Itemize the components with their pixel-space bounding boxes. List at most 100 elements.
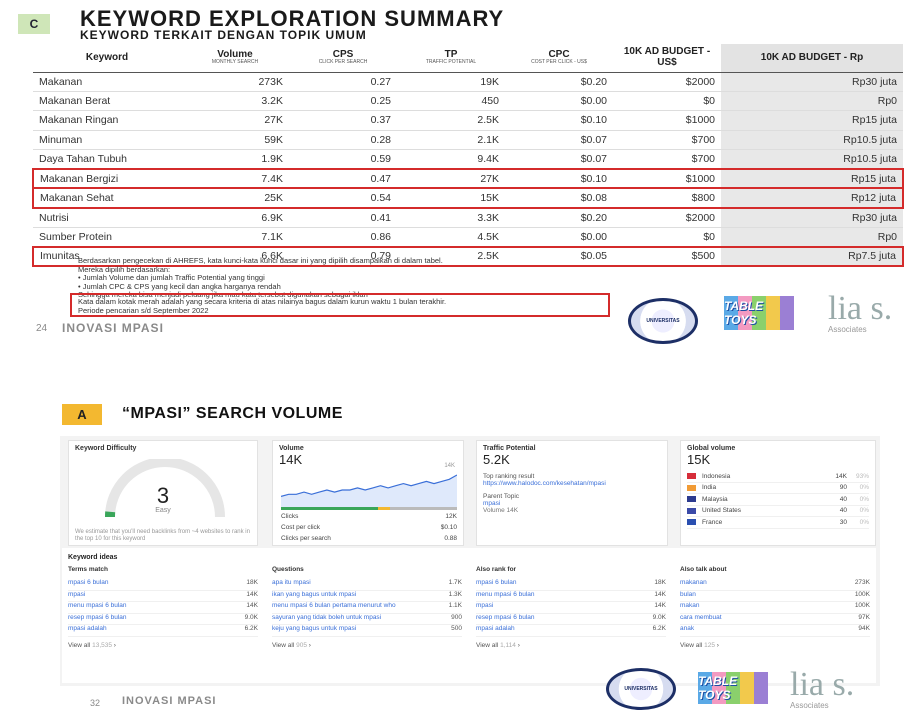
idea-keyword[interactable]: mpasi — [476, 602, 493, 613]
keyword-idea-row[interactable]: menu mpasi 6 bulan pertama menurut who 1.… — [272, 602, 462, 614]
clicks-value: 12K — [445, 513, 457, 520]
volume-cell: 27K — [181, 110, 289, 131]
idea-keyword[interactable]: cara membuat — [680, 614, 722, 625]
header-volume: Volume — [217, 48, 253, 60]
header-cps: CPS — [332, 48, 354, 60]
view-all-label: View all — [272, 641, 295, 649]
cpc-cell: $0.00 — [505, 91, 613, 112]
keyword-idea-row[interactable]: keju yang bagus untuk mpasi 500 — [272, 625, 462, 637]
header-cpc-sub: COST PER CLICK - US$ — [531, 59, 587, 66]
view-all-count: 905 — [296, 641, 307, 649]
keyword-idea-row[interactable]: mpasi 14K — [68, 591, 258, 602]
idea-keyword[interactable]: menu mpasi 6 bulan — [476, 591, 535, 602]
cpc-label: Cost per click — [281, 524, 321, 531]
idea-keyword[interactable]: mpasi — [68, 591, 85, 602]
view-all-link[interactable]: View all 1,114 › — [476, 642, 666, 649]
country-flag-icon — [687, 484, 696, 491]
keyword-idea-row[interactable]: resep mpasi 6 bulan 9.0K — [476, 614, 666, 625]
budget-rp-cell: Rp10.5 juta — [721, 149, 903, 170]
header-tp-sub: TRAFFIC POTENTIAL — [425, 59, 477, 66]
keyword-idea-row[interactable]: mpasi adalah 6.2K — [68, 625, 258, 637]
tabletoys-logo: TABLE TOYS — [724, 296, 794, 330]
keyword-idea-row[interactable]: resep mpasi 6 bulan 9.0K — [68, 614, 258, 625]
volume-cell: 7.1K — [181, 227, 289, 248]
idea-volume: 14K — [654, 602, 666, 609]
idea-keyword[interactable]: menu mpasi 6 bulan pertama menurut who — [272, 602, 396, 613]
cpc-cell: $0.10 — [505, 167, 613, 190]
cps-cell: 0.86 — [289, 227, 397, 248]
country-volume: 14K — [835, 472, 847, 480]
keyword-idea-row[interactable]: ikan yang bagus untuk mpasi 1.3K — [272, 591, 462, 602]
chevron-right-icon: › — [113, 641, 116, 649]
cps-row: Clicks per search 0.88 — [281, 535, 457, 542]
view-all-link[interactable]: View all 13,535 › — [68, 642, 258, 649]
keyword-cell: Minuman — [33, 130, 181, 151]
budget-rp-cell: Rp12 juta — [721, 187, 904, 209]
keyword-idea-row[interactable]: menu mpasi 6 bulan 14K — [476, 591, 666, 602]
idea-keyword[interactable]: anak — [680, 625, 694, 636]
idea-keyword[interactable]: makan — [680, 602, 700, 613]
idea-keyword[interactable]: resep mpasi 6 bulan — [476, 614, 535, 625]
keyword-idea-row[interactable]: mpasi 6 bulan 18K — [68, 579, 258, 591]
keyword-idea-row[interactable]: menu mpasi 6 bulan 14K — [68, 602, 258, 614]
tp-cell: 2.5K — [397, 110, 505, 131]
keyword-idea-row[interactable]: bulan 100K — [680, 590, 870, 602]
budget-usd-cell: $0 — [613, 227, 721, 248]
country-list: Indonesia 14K 93% India 90 0% Malaysia 40 0% Unit… — [687, 471, 869, 529]
keyword-idea-row[interactable]: sayuran yang tidak boleh untuk mpasi 900 — [272, 614, 462, 625]
idea-keyword[interactable]: keju yang bagus untuk mpasi — [272, 625, 356, 636]
keyword-idea-row[interactable]: mpasi adalah 6.2K — [476, 625, 666, 637]
idea-volume: 100K — [854, 590, 870, 598]
tp-label: Traffic Potential — [483, 445, 536, 452]
keyword-idea-row[interactable]: mpasi 6 bulan 18K — [476, 579, 666, 591]
seal-text-2: UNIVERSITAS — [624, 686, 658, 692]
idea-keyword[interactable]: ikan yang bagus untuk mpasi — [272, 591, 356, 602]
parent-topic-volume: Volume 14K — [483, 507, 519, 514]
section-badge-c: C — [18, 14, 50, 34]
top-result-link[interactable]: https://www.halodoc.com/kesehatan/mpasi — [483, 480, 613, 487]
idea-keyword[interactable]: mpasi 6 bulan — [476, 579, 516, 590]
idea-keyword[interactable]: menu mpasi 6 bulan — [68, 602, 127, 613]
column-header: Also rank for — [476, 566, 517, 573]
idea-keyword[interactable]: apa itu mpasi — [272, 579, 311, 590]
header-volume-sub: MONTHLY SEARCH — [211, 59, 259, 66]
keyword-idea-row[interactable]: makan 100K — [680, 602, 870, 614]
country-volume: 90 — [839, 484, 847, 492]
lia-logo-text: lia s. — [828, 292, 893, 327]
keyword-idea-row[interactable]: anak 94K — [680, 625, 870, 637]
also-talk-about-column: Also talk about makanan 273K bulan 100K makan… — [680, 566, 870, 649]
clicks-bar — [281, 507, 457, 510]
header-budget-rp: 10K AD BUDGET - Rp — [760, 51, 864, 63]
cpc-cell: $0.07 — [505, 149, 613, 170]
country-percent: 0% — [859, 495, 869, 503]
budget-usd-cell: $0 — [613, 91, 721, 112]
keyword-idea-row[interactable]: cara membuat 97K — [680, 614, 870, 625]
view-all-link[interactable]: View all 905 › — [272, 642, 462, 649]
cpc-cell: $0.10 — [505, 110, 613, 131]
idea-volume: 18K — [246, 579, 258, 586]
idea-keyword[interactable]: resep mpasi 6 bulan — [68, 614, 127, 625]
keyword-idea-row[interactable]: apa itu mpasi 1.7K — [272, 579, 462, 591]
top-result-label: Top ranking result — [483, 473, 535, 480]
global-label: Global volume — [687, 445, 736, 452]
page-subtitle: KEYWORD TERKAIT DENGAN TOPIK UMUM — [80, 28, 367, 42]
column-header: Also talk about — [680, 566, 727, 573]
country-name: France — [702, 518, 723, 526]
country-row: France 30 0% — [687, 517, 869, 529]
cps-cell: 0.54 — [289, 187, 397, 209]
view-all-link[interactable]: View all 125 › — [680, 642, 870, 649]
page-number: 24 — [36, 323, 48, 334]
keyword-idea-row[interactable]: mpasi 14K — [476, 602, 666, 614]
idea-keyword[interactable]: bulan — [680, 591, 696, 602]
idea-keyword[interactable]: mpasi adalah — [476, 625, 515, 636]
idea-keyword[interactable]: makanan — [680, 579, 707, 590]
parent-topic-link[interactable]: mpasi — [483, 500, 661, 507]
footer-title-2: INOVASI MPASI — [122, 695, 217, 707]
idea-keyword[interactable]: sayuran yang tidak boleh untuk mpasi — [272, 614, 381, 625]
idea-keyword[interactable]: mpasi 6 bulan — [68, 579, 108, 590]
budget-rp-cell: Rp15 juta — [721, 167, 904, 190]
keyword-table: Keyword Volume MONTHLY SEARCH CPS CLICK PE… — [32, 44, 904, 267]
idea-keyword[interactable]: mpasi adalah — [68, 625, 107, 636]
keyword-idea-row[interactable]: makanan 273K — [680, 579, 870, 591]
keyword-difficulty-panel: Keyword Difficulty 3 Easy We estimate th… — [68, 440, 258, 546]
